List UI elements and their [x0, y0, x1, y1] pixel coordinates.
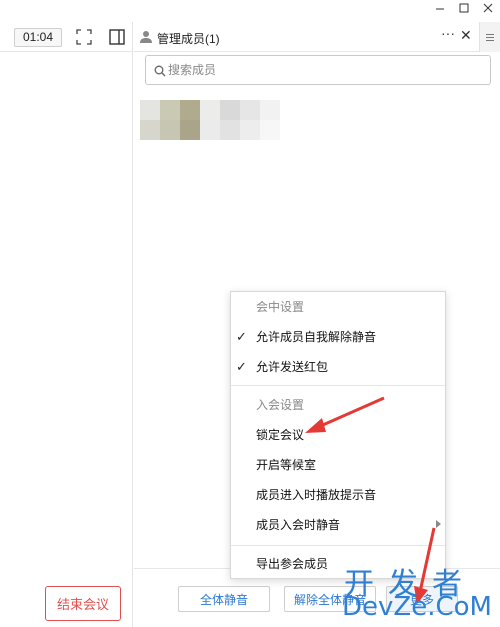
panel-close-icon[interactable]: ✕	[460, 27, 472, 44]
end-meeting-button[interactable]: 结束会议	[45, 586, 121, 621]
window-controls	[428, 0, 500, 16]
minimize-icon[interactable]	[428, 0, 452, 16]
watermark-text-en: DevZe.CoM	[342, 592, 492, 622]
menu-item-allow-self-unmute[interactable]: ✓ 允许成员自我解除静音	[231, 323, 445, 351]
section-join: 入会设置	[256, 398, 305, 412]
maximize-icon[interactable]	[452, 0, 476, 16]
more-options-icon[interactable]: ···	[441, 25, 455, 41]
submenu-arrow-icon	[436, 520, 441, 528]
mute-all-button[interactable]: 全体静音	[178, 586, 270, 612]
menu-item-allow-red-packet[interactable]: ✓ 允许发送红包	[231, 353, 445, 381]
panel-menu-icon[interactable]	[479, 22, 500, 52]
panel-header: 管理成员(1) ··· ✕	[134, 22, 500, 52]
meeting-main-area	[0, 22, 133, 627]
close-icon[interactable]	[476, 0, 500, 16]
check-icon: ✓	[236, 329, 247, 344]
search-icon	[154, 65, 166, 77]
check-icon: ✓	[236, 359, 247, 374]
section-in-meeting: 会中设置	[256, 300, 305, 314]
menu-item-label: 成员入会时静音	[256, 518, 341, 532]
sidebar-toggle-icon[interactable]	[108, 28, 126, 46]
menu-divider	[231, 545, 445, 546]
panel-title: 管理成员(1)	[157, 32, 220, 46]
member-avatar-blurred	[140, 100, 280, 140]
app-window: 01:04 结束会议 管理成员(1) ··· ✕ 搜索成员 全体静音 解除全体静…	[0, 0, 500, 627]
person-icon	[140, 30, 152, 43]
menu-item-label: 允许发送红包	[256, 360, 329, 374]
menu-item-waiting-room[interactable]: 开启等候室	[231, 451, 445, 479]
menu-divider	[231, 385, 445, 386]
menu-item-mute-on-join[interactable]: 成员入会时静音	[231, 511, 445, 539]
settings-context-menu: 会中设置 ✓ 允许成员自我解除静音 ✓ 允许发送红包 入会设置 锁定会议 开启等…	[230, 291, 446, 579]
menu-item-label: 允许成员自我解除静音	[256, 330, 377, 344]
member-search[interactable]	[145, 55, 491, 85]
meeting-timer: 01:04	[14, 28, 62, 47]
search-input[interactable]	[168, 61, 468, 79]
fullscreen-icon[interactable]	[76, 29, 92, 45]
menu-item-join-sound[interactable]: 成员进入时播放提示音	[231, 481, 445, 509]
menu-item-lock-meeting[interactable]: 锁定会议	[231, 421, 445, 449]
